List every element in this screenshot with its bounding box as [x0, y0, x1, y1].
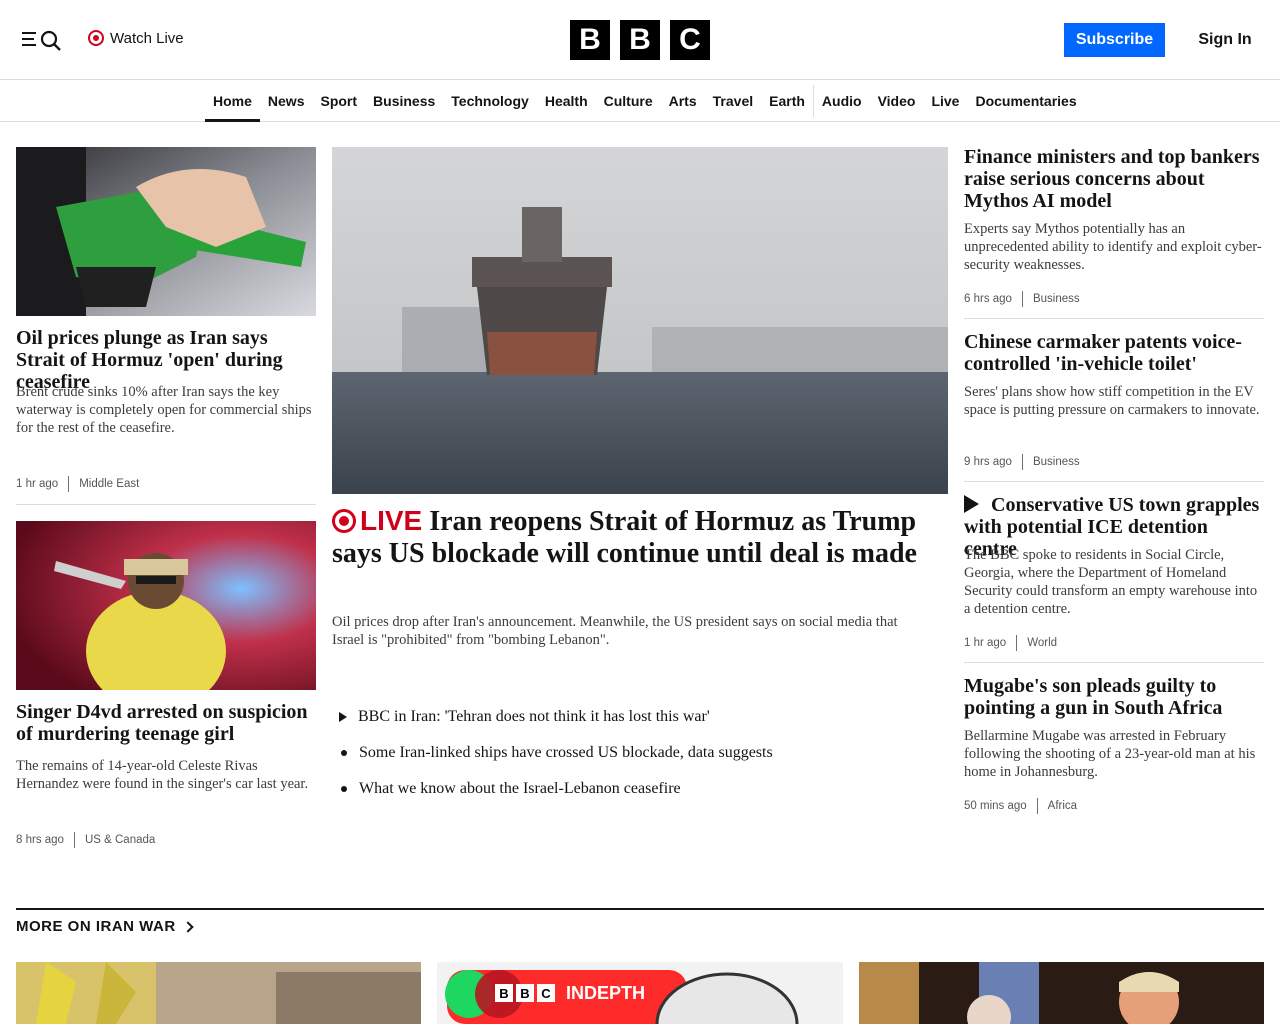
- logo-letter: B: [570, 20, 610, 60]
- nav-item-video[interactable]: Video: [870, 80, 924, 122]
- story-section[interactable]: Business: [1033, 456, 1080, 468]
- story-headline[interactable]: Chinese carmaker patents voice-controlle…: [964, 331, 1264, 375]
- story-divider: [16, 504, 316, 505]
- story-image[interactable]: [16, 962, 421, 1024]
- live-icon: [88, 30, 104, 46]
- fuel-pump-image[interactable]: [16, 147, 316, 316]
- story-time: 8 hrs ago: [16, 834, 64, 846]
- live-tag: LIVE: [332, 505, 422, 536]
- nav-item-home[interactable]: Home: [205, 80, 260, 122]
- story-meta: 1 hr ago Middle East: [16, 476, 139, 492]
- story-time: 6 hrs ago: [964, 293, 1012, 305]
- story-headline[interactable]: Mugabe's son pleads guilty to pointing a…: [964, 675, 1264, 719]
- search-icon: [40, 30, 61, 51]
- story-image[interactable]: [859, 962, 1264, 1024]
- story-meta: 9 hrs ago Business: [964, 454, 1080, 470]
- story-divider: [964, 481, 1264, 482]
- badge-letter: B: [516, 984, 534, 1002]
- related-link-text: Some Iran-linked ships have crossed US b…: [359, 744, 773, 761]
- story-headline[interactable]: Singer D4vd arrested on suspicion of mur…: [16, 701, 316, 745]
- story-summary: Bellarmine Mugabe was arrested in Februa…: [964, 728, 1256, 780]
- lead-summary: Oil prices drop after Iran's announcemen…: [332, 614, 898, 648]
- related-link[interactable]: What we know about the Israel-Lebanon ce…: [338, 780, 681, 798]
- story-summary: Seres' plans show how stiff competition …: [964, 384, 1260, 418]
- related-link[interactable]: Some Iran-linked ships have crossed US b…: [338, 744, 773, 762]
- badge-letter: C: [537, 984, 555, 1002]
- story-time: 1 hr ago: [16, 478, 59, 490]
- related-link-text: BBC in Iran: 'Tehran does not think it h…: [358, 708, 710, 725]
- nav-item-technology[interactable]: Technology: [443, 80, 537, 122]
- story-time: 50 mins ago: [964, 800, 1027, 812]
- story-meta: 1 hr ago World: [964, 635, 1057, 651]
- story-time: 1 hr ago: [964, 637, 1007, 649]
- section-title: MORE ON IRAN WAR: [16, 918, 176, 935]
- story-summary: The remains of 14-year-old Celeste Rivas…: [16, 758, 309, 792]
- watch-live-link[interactable]: Watch Live: [88, 28, 184, 48]
- indepth-badge: B B C INDEPTH: [495, 984, 645, 1002]
- logo-letter: C: [670, 20, 710, 60]
- story-section[interactable]: Middle East: [79, 478, 139, 490]
- nav-item-business[interactable]: Business: [365, 80, 443, 122]
- live-label: LIVE: [360, 505, 423, 536]
- nav-item-earth[interactable]: Earth: [761, 80, 813, 122]
- story-meta: 6 hrs ago Business: [964, 291, 1080, 307]
- story-section[interactable]: Africa: [1048, 800, 1077, 812]
- indepth-label: INDEPTH: [566, 983, 646, 1003]
- nav-item-travel[interactable]: Travel: [705, 80, 761, 122]
- story-divider: [964, 662, 1264, 663]
- indepth-image[interactable]: B B C INDEPTH: [437, 962, 843, 1024]
- nav-item-audio[interactable]: Audio: [814, 80, 870, 122]
- site-header: Watch Live B B C Subscribe Sign In: [0, 0, 1280, 80]
- story-summary: Experts say Mythos potentially has an un…: [964, 221, 1262, 273]
- nav-item-sport[interactable]: Sport: [312, 80, 365, 122]
- watch-live-label: Watch Live: [110, 29, 184, 47]
- menu-search-button[interactable]: [22, 28, 64, 51]
- chevron-right-icon: [182, 920, 194, 933]
- badge-letter: B: [495, 984, 513, 1002]
- related-link-text: What we know about the Israel-Lebanon ce…: [359, 780, 681, 797]
- story-meta: 50 mins ago Africa: [964, 798, 1077, 814]
- story-divider: [964, 318, 1264, 319]
- related-link[interactable]: BBC in Iran: 'Tehran does not think it h…: [338, 708, 710, 726]
- story-section[interactable]: US & Canada: [85, 834, 155, 846]
- story-summary: Brent crude sinks 10% after Iran says th…: [16, 384, 312, 436]
- story-time: 9 hrs ago: [964, 456, 1012, 468]
- story-meta: 8 hrs ago US & Canada: [16, 832, 155, 848]
- story-headline[interactable]: Finance ministers and top bankers raise …: [964, 146, 1264, 212]
- bbc-logo[interactable]: B B C: [570, 20, 710, 60]
- story-summary: The BBC spoke to residents in Social Cir…: [964, 547, 1258, 617]
- more-on-section-link[interactable]: MORE ON IRAN WAR: [16, 918, 194, 935]
- tanker-image[interactable]: [332, 147, 948, 494]
- main-nav: Home News Sport Business Technology Heal…: [0, 80, 1280, 122]
- bullet-icon: [341, 750, 347, 756]
- play-icon: [964, 495, 979, 513]
- nav-item-health[interactable]: Health: [537, 80, 596, 122]
- nav-item-culture[interactable]: Culture: [596, 80, 661, 122]
- nav-item-live[interactable]: Live: [923, 80, 967, 122]
- sign-in-button[interactable]: Sign In: [1190, 23, 1260, 57]
- play-icon: [339, 712, 347, 722]
- nav-item-arts[interactable]: Arts: [661, 80, 705, 122]
- live-icon: [332, 509, 356, 533]
- bullet-icon: [341, 786, 347, 792]
- story-section[interactable]: Business: [1033, 293, 1080, 305]
- story-section[interactable]: World: [1027, 637, 1057, 649]
- subscribe-button[interactable]: Subscribe: [1064, 23, 1165, 57]
- logo-letter: B: [620, 20, 660, 60]
- section-rule: [16, 908, 1264, 910]
- singer-image[interactable]: [16, 521, 316, 690]
- lead-headline[interactable]: LIVE Iran reopens Strait of Hormuz as Tr…: [332, 505, 932, 570]
- nav-item-documentaries[interactable]: Documentaries: [967, 80, 1084, 122]
- nav-item-news[interactable]: News: [260, 80, 313, 122]
